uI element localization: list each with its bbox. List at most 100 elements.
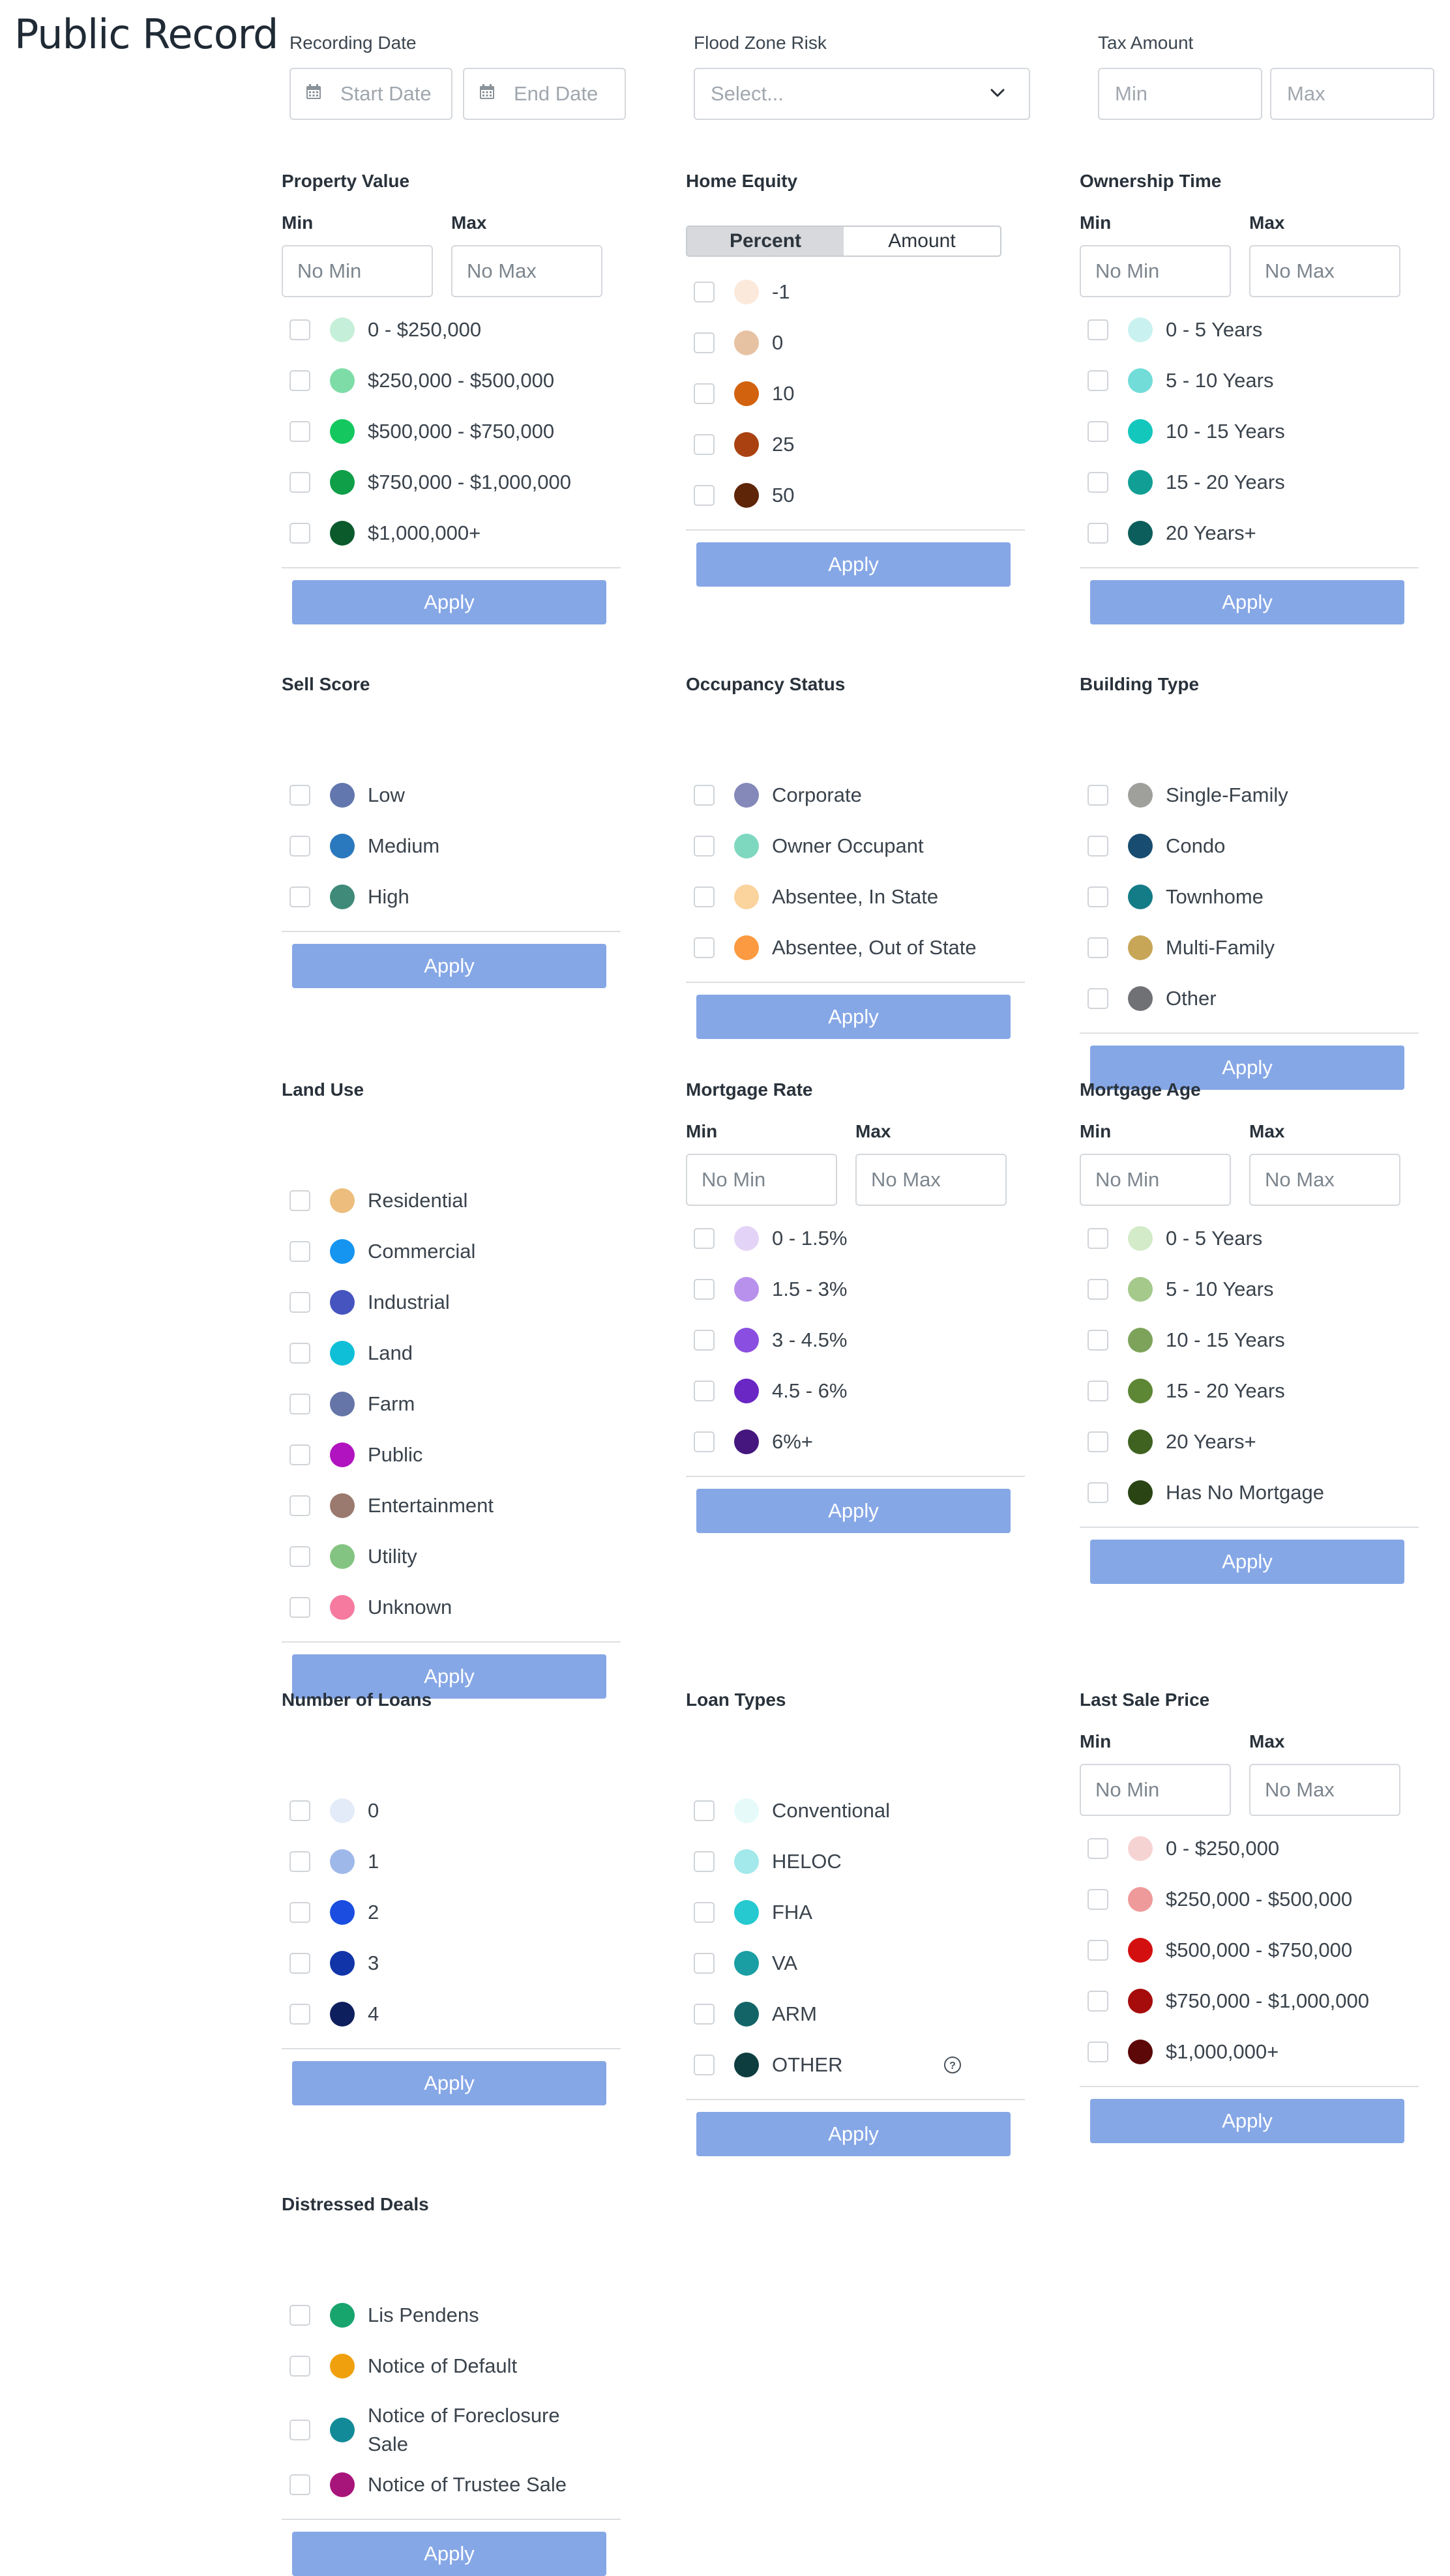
equity-mode-toggle[interactable]: Percent Amount bbox=[686, 226, 1001, 257]
property-value-apply-button[interactable]: Apply bbox=[292, 580, 606, 624]
checkbox[interactable] bbox=[1088, 421, 1108, 442]
sell-score-option[interactable]: Medium bbox=[289, 827, 439, 866]
property-value-option[interactable]: $1,000,000+ bbox=[289, 514, 481, 553]
building-type-option[interactable]: Other bbox=[1088, 979, 1217, 1018]
checkbox[interactable] bbox=[694, 485, 715, 506]
land-use-option[interactable]: Public bbox=[289, 1435, 422, 1474]
checkbox[interactable] bbox=[1088, 1279, 1108, 1300]
checkbox[interactable] bbox=[1088, 836, 1108, 856]
checkbox[interactable] bbox=[1088, 1889, 1108, 1910]
distressed-deals-apply-button[interactable]: Apply bbox=[292, 2532, 606, 2576]
occupancy-status-option[interactable]: Owner Occupant bbox=[694, 827, 924, 866]
sell-score-apply-button[interactable]: Apply bbox=[292, 944, 606, 988]
mortgage-age-option[interactable]: Has No Mortgage bbox=[1088, 1473, 1324, 1512]
last-sale-price-option[interactable]: 0 - $250,000 bbox=[1088, 1829, 1279, 1868]
number-of-loans-option[interactable]: 2 bbox=[289, 1893, 379, 1932]
checkbox[interactable] bbox=[289, 1241, 310, 1262]
checkbox[interactable] bbox=[289, 1851, 310, 1872]
checkbox[interactable] bbox=[694, 937, 715, 958]
checkbox[interactable] bbox=[289, 370, 310, 391]
mortgage-age-apply-button[interactable]: Apply bbox=[1090, 1540, 1404, 1584]
distressed-deals-option[interactable]: Lis Pendens bbox=[289, 2296, 479, 2335]
loan-types-option[interactable]: OTHER? bbox=[694, 2045, 961, 2085]
property-value-option[interactable]: $750,000 - $1,000,000 bbox=[289, 463, 571, 502]
mortgage-rate-option[interactable]: 0 - 1.5% bbox=[694, 1219, 847, 1258]
ownership-time-option[interactable]: 0 - 5 Years bbox=[1088, 310, 1262, 349]
checkbox[interactable] bbox=[289, 1495, 310, 1516]
checkbox[interactable] bbox=[1088, 1381, 1108, 1401]
mortgage-age-option[interactable]: 20 Years+ bbox=[1088, 1422, 1256, 1461]
sell-score-option[interactable]: Low bbox=[289, 776, 405, 815]
checkbox[interactable] bbox=[289, 421, 310, 442]
checkbox[interactable] bbox=[289, 2420, 310, 2440]
occupancy-status-apply-button[interactable]: Apply bbox=[696, 995, 1011, 1039]
number-of-loans-option[interactable]: 4 bbox=[289, 1995, 379, 2034]
home-equity-option[interactable]: 25 bbox=[694, 425, 794, 464]
loan-types-option[interactable]: Conventional bbox=[694, 1791, 890, 1830]
number-of-loans-option[interactable]: 3 bbox=[289, 1944, 379, 1983]
checkbox[interactable] bbox=[1088, 1838, 1108, 1859]
home-equity-option[interactable]: 0 bbox=[694, 323, 783, 362]
checkbox[interactable] bbox=[289, 472, 310, 493]
toggle-amount[interactable]: Amount bbox=[844, 227, 1000, 256]
mortgage-age-option[interactable]: 10 - 15 Years bbox=[1088, 1321, 1285, 1360]
distressed-deals-option[interactable]: Notice of Foreclosure Sale bbox=[289, 2397, 576, 2463]
mortgage-age-max-input[interactable]: No Max bbox=[1249, 1154, 1400, 1206]
property-value-option[interactable]: $250,000 - $500,000 bbox=[289, 361, 554, 400]
help-icon[interactable]: ? bbox=[943, 2055, 962, 2075]
land-use-option[interactable]: Commercial bbox=[289, 1232, 475, 1271]
checkbox[interactable] bbox=[1088, 1431, 1108, 1452]
checkbox[interactable] bbox=[694, 434, 715, 455]
loan-types-apply-button[interactable]: Apply bbox=[696, 2112, 1011, 2156]
last-sale-price-option[interactable]: $1,000,000+ bbox=[1088, 2032, 1279, 2071]
checkbox[interactable] bbox=[289, 1800, 310, 1821]
checkbox[interactable] bbox=[694, 1381, 715, 1401]
checkbox[interactable] bbox=[289, 1190, 310, 1211]
distressed-deals-option[interactable]: Notice of Trustee Sale bbox=[289, 2465, 567, 2504]
occupancy-status-option[interactable]: Absentee, Out of State bbox=[694, 928, 977, 967]
tax-max-input[interactable]: Max bbox=[1270, 68, 1434, 120]
checkbox[interactable] bbox=[289, 1394, 310, 1414]
home-equity-option[interactable]: 10 bbox=[694, 374, 794, 413]
checkbox[interactable] bbox=[1088, 1330, 1108, 1351]
land-use-option[interactable]: Entertainment bbox=[289, 1486, 494, 1525]
land-use-option[interactable]: Utility bbox=[289, 1537, 417, 1576]
checkbox[interactable] bbox=[694, 282, 715, 302]
checkbox[interactable] bbox=[289, 1343, 310, 1364]
property-value-option[interactable]: 0 - $250,000 bbox=[289, 310, 481, 349]
last-sale-price-option[interactable]: $250,000 - $500,000 bbox=[1088, 1880, 1352, 1919]
mortgage-age-option[interactable]: 0 - 5 Years bbox=[1088, 1219, 1262, 1258]
last-sale-price-option[interactable]: $750,000 - $1,000,000 bbox=[1088, 1982, 1369, 2021]
start-date-input[interactable]: Start Date bbox=[289, 68, 452, 120]
home-equity-apply-button[interactable]: Apply bbox=[696, 542, 1011, 587]
checkbox[interactable] bbox=[1088, 1940, 1108, 1961]
mortgage-rate-option[interactable]: 4.5 - 6% bbox=[694, 1371, 847, 1411]
checkbox[interactable] bbox=[694, 332, 715, 353]
checkbox[interactable] bbox=[289, 1902, 310, 1923]
checkbox[interactable] bbox=[289, 1292, 310, 1313]
checkbox[interactable] bbox=[289, 2305, 310, 2326]
home-equity-option[interactable]: 50 bbox=[694, 476, 794, 515]
ownership-time-option[interactable]: 10 - 15 Years bbox=[1088, 412, 1285, 451]
sell-score-option[interactable]: High bbox=[289, 877, 409, 916]
checkbox[interactable] bbox=[694, 1279, 715, 1300]
loan-types-option[interactable]: FHA bbox=[694, 1893, 812, 1932]
occupancy-status-option[interactable]: Corporate bbox=[694, 776, 862, 815]
checkbox[interactable] bbox=[289, 886, 310, 907]
checkbox[interactable] bbox=[694, 886, 715, 907]
land-use-option[interactable]: Industrial bbox=[289, 1283, 450, 1322]
distressed-deals-option[interactable]: Notice of Default bbox=[289, 2347, 517, 2386]
checkbox[interactable] bbox=[289, 836, 310, 856]
checkbox[interactable] bbox=[694, 785, 715, 806]
loan-types-option[interactable]: HELOC bbox=[694, 1842, 842, 1881]
checkbox[interactable] bbox=[289, 523, 310, 544]
checkbox[interactable] bbox=[1088, 785, 1108, 806]
loan-types-option[interactable]: ARM bbox=[694, 1995, 817, 2034]
checkbox[interactable] bbox=[289, 785, 310, 806]
checkbox[interactable] bbox=[289, 2356, 310, 2377]
last-sale-price-apply-button[interactable]: Apply bbox=[1090, 2099, 1404, 2143]
checkbox[interactable] bbox=[694, 1953, 715, 1974]
checkbox[interactable] bbox=[289, 2474, 310, 2495]
building-type-option[interactable]: Multi-Family bbox=[1088, 928, 1275, 967]
building-type-option[interactable]: Condo bbox=[1088, 827, 1225, 866]
